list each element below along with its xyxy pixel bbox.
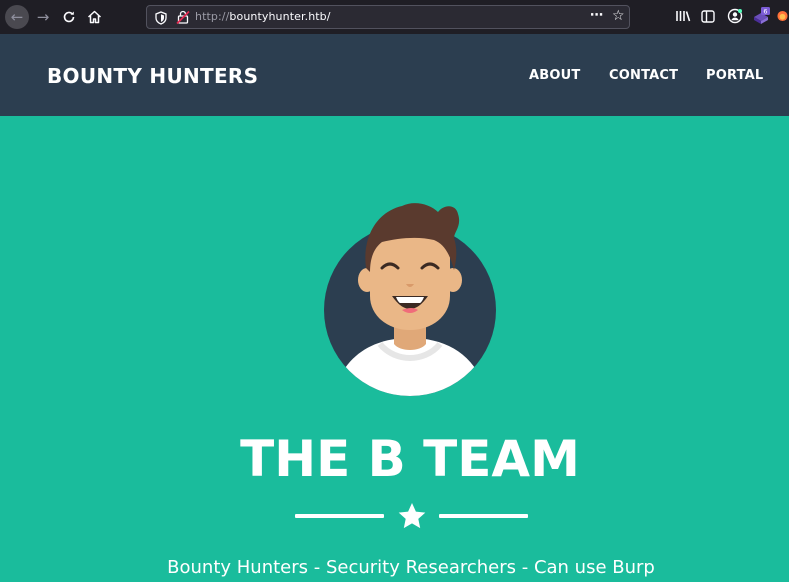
shield-icon[interactable] bbox=[154, 10, 168, 25]
back-icon[interactable]: ← bbox=[5, 5, 29, 29]
divider-line-right bbox=[439, 514, 528, 518]
nav-contact-link[interactable]: CONTACT bbox=[609, 68, 678, 83]
brand-link[interactable]: BOUNTY HUNTERS bbox=[47, 64, 258, 88]
forward-icon[interactable]: → bbox=[33, 7, 53, 27]
account-icon[interactable] bbox=[726, 7, 744, 25]
url-text[interactable]: http://bountyhunter.htb/ bbox=[195, 10, 331, 23]
firefox-icon[interactable] bbox=[776, 7, 789, 25]
url-protocol: http:// bbox=[195, 10, 230, 23]
home-icon[interactable] bbox=[84, 7, 104, 27]
extension-badge: 6 bbox=[763, 8, 767, 16]
page-actions-icon[interactable]: ⋯ bbox=[590, 8, 603, 23]
masthead-title: THE B TEAM bbox=[240, 430, 580, 488]
masthead-subtitle: Bounty Hunters - Security Researchers - … bbox=[167, 557, 655, 578]
sidebar-icon[interactable] bbox=[699, 7, 717, 25]
bookmark-star-icon[interactable]: ☆ bbox=[612, 8, 625, 24]
nav-about-link[interactable]: ABOUT bbox=[529, 68, 580, 83]
nav-portal-link[interactable]: PORTAL bbox=[706, 68, 763, 83]
site-navbar: BOUNTY HUNTERS ABOUT CONTACT PORTAL bbox=[0, 34, 789, 116]
url-host: bountyhunter.htb/ bbox=[229, 10, 331, 23]
address-bar[interactable]: http://bountyhunter.htb/ ⋯ ☆ bbox=[146, 5, 630, 29]
divider-line-left bbox=[295, 514, 384, 518]
library-icon[interactable] bbox=[674, 7, 692, 25]
extension-icon[interactable]: 6 bbox=[752, 7, 770, 25]
star-icon bbox=[397, 502, 427, 530]
insecure-lock-icon[interactable] bbox=[175, 9, 191, 25]
browser-toolbar: ← → http://bountyhunter.htb/ ⋯ ☆ 6 bbox=[0, 0, 789, 34]
avatar-image bbox=[322, 198, 502, 398]
reload-icon[interactable] bbox=[59, 7, 79, 27]
